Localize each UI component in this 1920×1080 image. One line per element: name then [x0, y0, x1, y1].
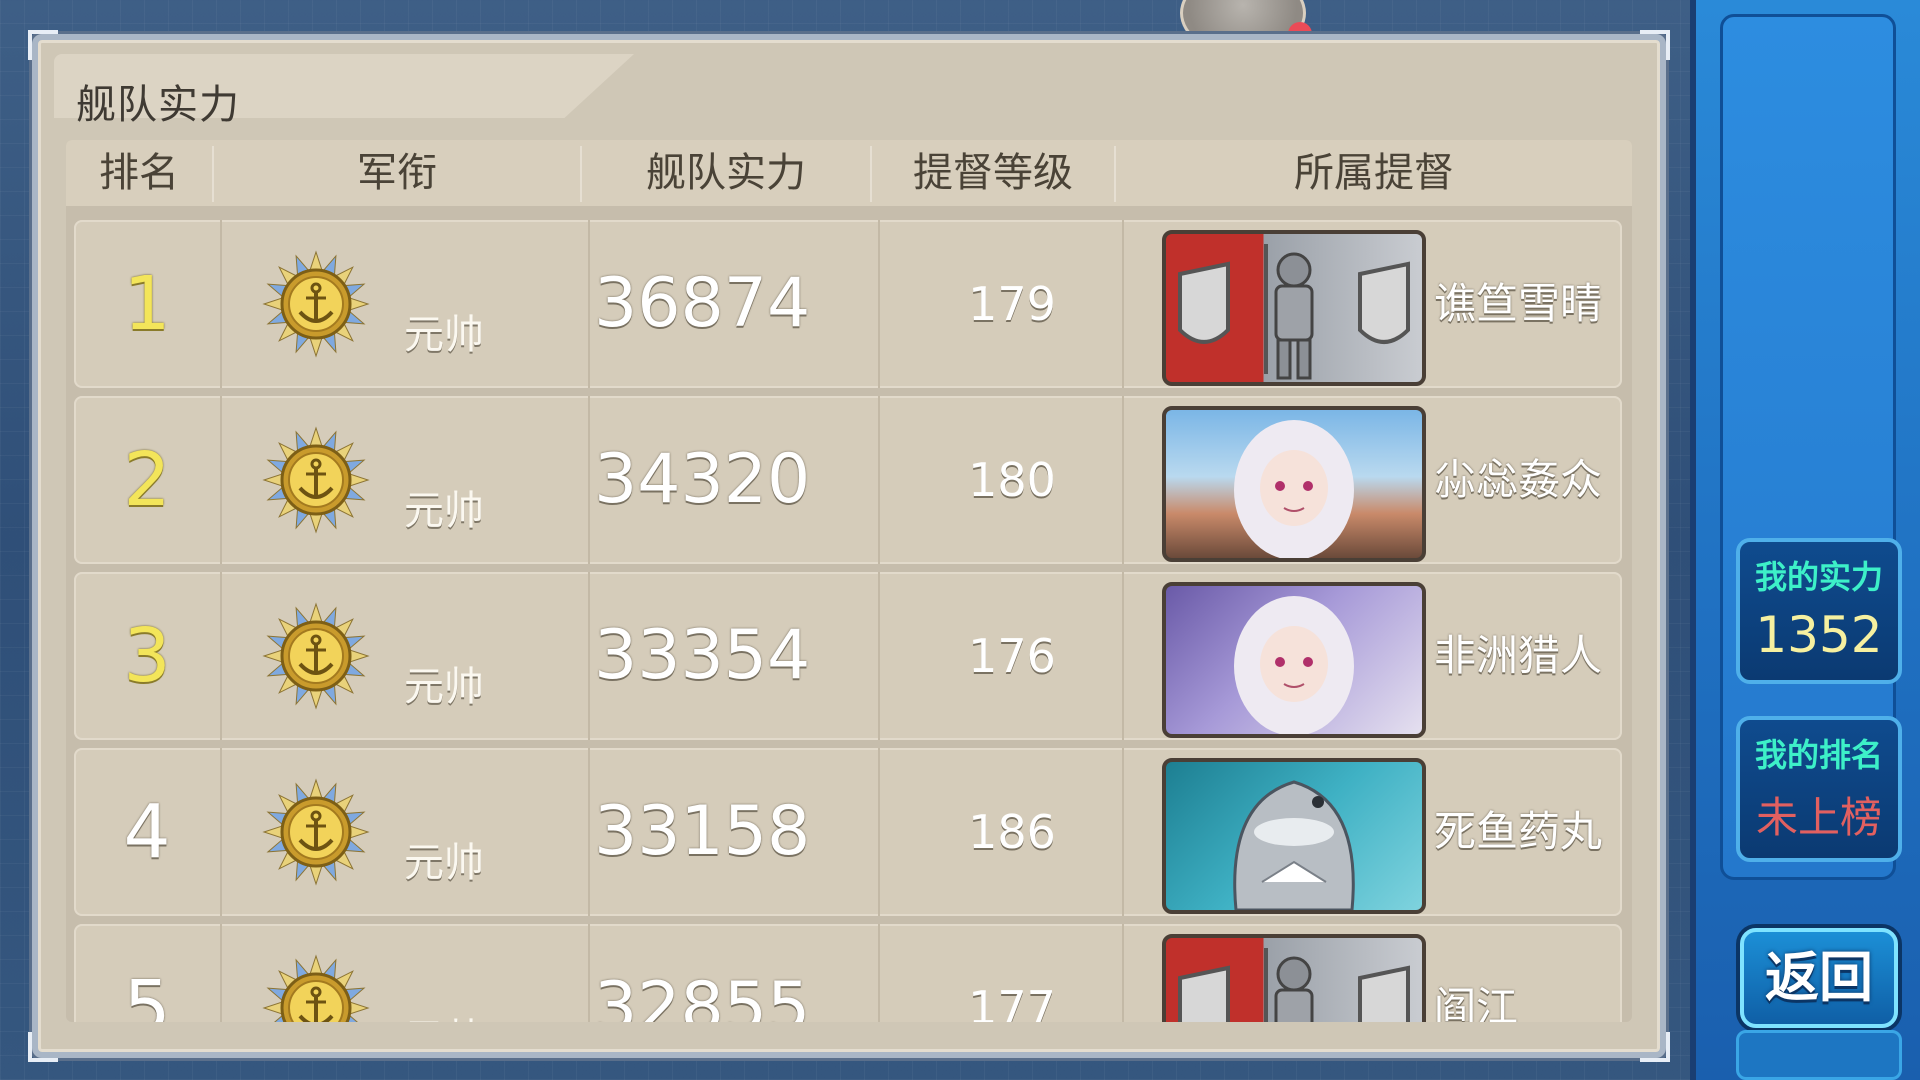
military-rank-title: 元帅 — [404, 488, 484, 534]
column-divider — [588, 220, 590, 388]
column-divider — [220, 748, 222, 916]
fleet-power-value: 36874 — [594, 264, 811, 343]
leaderboard-panel: 舰队实力 排名 军衔 舰队实力 提督等级 所属提督 1 元帅 36874 179 谯笪雪… — [28, 30, 1670, 1062]
my-power-box: 我的实力 1352 — [1736, 538, 1902, 684]
admiral-level-value: 186 — [968, 805, 1056, 859]
rank-number: 4 — [123, 789, 171, 875]
military-rank-title: 元帅 — [404, 840, 484, 886]
column-divider — [878, 572, 880, 740]
column-divider — [1122, 396, 1124, 564]
column-divider — [588, 572, 590, 740]
admiral-name[interactable]: 尛惢姦众 — [1434, 396, 1624, 564]
column-divider — [1122, 220, 1124, 388]
panel-corner — [1640, 30, 1670, 60]
table-row[interactable]: 2 元帅 34320 180 尛惢姦众 — [74, 396, 1622, 564]
header-admiral-level: 提督等级 — [913, 150, 1073, 196]
column-divider — [588, 748, 590, 916]
admiral-level-value: 176 — [968, 629, 1056, 683]
admiral-level-value: 180 — [968, 453, 1056, 507]
column-divider — [1122, 748, 1124, 916]
panel-corner — [1640, 1032, 1670, 1062]
column-divider — [1122, 572, 1124, 740]
rank-number: 2 — [123, 437, 171, 523]
rank-number: 5 — [123, 965, 171, 1022]
my-power-label: 我的实力 — [1754, 558, 1883, 596]
panel-title: 舰队实力 — [76, 82, 240, 128]
my-rank-value: 未上榜 — [1755, 793, 1882, 842]
column-divider — [220, 924, 222, 1022]
header-fleet-power: 舰队实力 — [646, 150, 806, 196]
column-divider — [588, 924, 590, 1022]
header-rank: 排名 — [99, 150, 179, 196]
fleet-power-value: 32855 — [594, 968, 811, 1022]
leaderboard-table[interactable]: 排名 军衔 舰队实力 提督等级 所属提督 1 元帅 36874 179 谯笪雪晴 2 元帅 3… — [66, 140, 1632, 1022]
anchor-medal-icon — [260, 776, 372, 888]
panel-corner — [28, 1032, 58, 1062]
table-row[interactable]: 5 元帅 32855 177 阎江 — [74, 924, 1622, 1022]
rank-number: 1 — [123, 261, 171, 347]
fleet-power-value: 34320 — [594, 440, 811, 519]
admiral-name[interactable]: 谯笪雪晴 — [1434, 220, 1624, 388]
column-divider — [220, 220, 222, 388]
column-divider — [878, 748, 880, 916]
table-header: 排名 军衔 舰队实力 提督等级 所属提督 — [66, 140, 1632, 206]
header-military-rank: 军衔 — [357, 150, 437, 196]
shark-portrait[interactable] — [1162, 758, 1426, 914]
anchor-medal-icon — [260, 600, 372, 712]
fleet-power-value: 33158 — [594, 792, 811, 871]
my-power-value: 1352 — [1755, 606, 1883, 664]
anchor-medal-icon — [260, 952, 372, 1022]
back-button[interactable]: 返回 — [1740, 928, 1898, 1028]
column-divider — [1122, 924, 1124, 1022]
column-divider — [878, 924, 880, 1022]
eyepatch-girl-portrait[interactable] — [1162, 406, 1426, 562]
column-divider — [220, 572, 222, 740]
anchor-medal-icon — [260, 248, 372, 360]
column-divider — [220, 396, 222, 564]
table-row[interactable]: 1 元帅 36874 179 谯笪雪晴 — [74, 220, 1622, 388]
table-row[interactable]: 3 元帅 33354 176 非洲猎人 — [74, 572, 1622, 740]
admiral-level-value: 179 — [968, 277, 1056, 331]
panel-corner — [28, 30, 58, 60]
admiral-name[interactable]: 非洲猎人 — [1434, 572, 1624, 740]
table-row[interactable]: 4 元帅 33158 186 死鱼药丸 — [74, 748, 1622, 916]
back-button-base — [1736, 1030, 1902, 1080]
my-rank-label: 我的排名 — [1754, 736, 1883, 774]
knight-icon[interactable] — [1162, 934, 1426, 1022]
military-rank-title: 元帅 — [404, 664, 484, 710]
column-divider — [588, 396, 590, 564]
admiral-name[interactable]: 阎江 — [1434, 924, 1624, 1022]
right-sidebar: 我的实力 1352 我的排名 未上榜 返回 — [1690, 0, 1920, 1080]
rank-number: 3 — [123, 613, 171, 699]
column-divider — [878, 220, 880, 388]
column-divider — [878, 396, 880, 564]
admiral-name[interactable]: 死鱼药丸 — [1434, 748, 1624, 916]
header-admiral: 所属提督 — [1294, 150, 1454, 196]
military-rank-title: 元帅 — [404, 312, 484, 358]
fleet-power-value: 33354 — [594, 616, 811, 695]
knight-icon[interactable] — [1162, 230, 1426, 386]
my-rank-box: 我的排名 未上榜 — [1736, 716, 1902, 862]
white-hair-girl-portrait[interactable] — [1162, 582, 1426, 738]
admiral-level-value: 177 — [968, 981, 1056, 1022]
anchor-medal-icon — [260, 424, 372, 536]
military-rank-title: 元帅 — [404, 1006, 484, 1022]
